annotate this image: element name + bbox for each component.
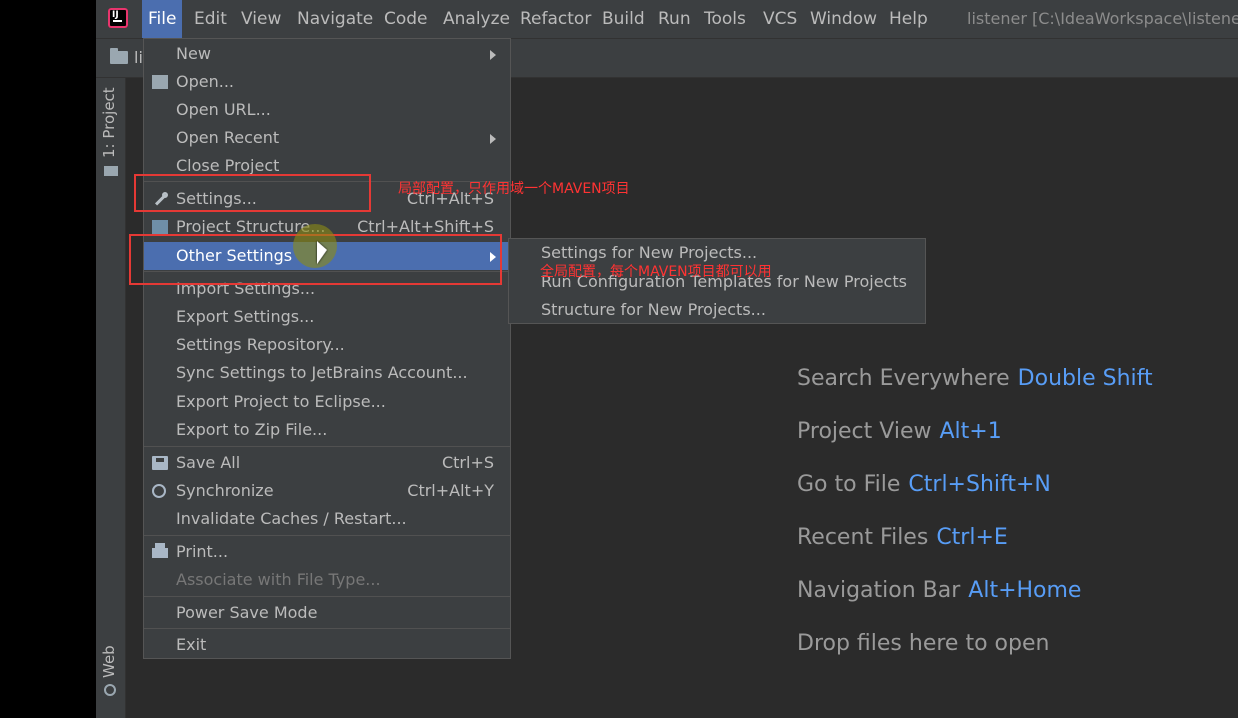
menu-item-shortcut: Ctrl+Alt+Y: [407, 481, 494, 500]
menu-edit[interactable]: Edit: [188, 0, 233, 38]
menu-file[interactable]: File: [142, 0, 183, 38]
menu-item-label: Synchronize: [176, 481, 274, 500]
menu-tools[interactable]: Tools: [698, 0, 752, 38]
sync-icon: [152, 484, 166, 498]
menu-view[interactable]: View: [235, 0, 287, 38]
menu-item-save-all[interactable]: Save All Ctrl+S: [144, 449, 510, 477]
hint-label: Project View: [797, 419, 932, 444]
menu-item-export-eclipse[interactable]: Export Project to Eclipse...: [144, 388, 510, 416]
annotation-local-config: 局部配置，只作用域一个MAVEN项目: [398, 181, 630, 197]
menu-item-label: Invalidate Caches / Restart...: [176, 509, 407, 528]
menu-item-label: Export Settings...: [176, 307, 315, 326]
project-tool-tab[interactable]: 1: Project: [100, 87, 118, 158]
ide-window: IJ File Edit View Navigate Code Analyze …: [96, 0, 1238, 718]
menu-separator: [144, 628, 510, 629]
window-title: listener [C:\IdeaWorkspace\listener: [967, 9, 1238, 28]
menu-item-label: Power Save Mode: [176, 603, 318, 622]
hint-label: Search Everywhere: [797, 366, 1010, 391]
mouse-cursor-icon: [317, 241, 327, 266]
hint-recent-files: Recent Files Ctrl+E: [797, 525, 1008, 550]
menu-separator: [144, 535, 510, 536]
hint-label: Go to File: [797, 472, 901, 497]
annotation-global-config: 全局配置，每个MAVEN项目都可以用: [540, 264, 772, 280]
menu-item-exit[interactable]: Exit: [144, 631, 510, 659]
menu-item-label: Print...: [176, 542, 229, 561]
submenu-arrow-icon: [490, 134, 496, 144]
menu-item-sync-settings[interactable]: Sync Settings to JetBrains Account...: [144, 359, 510, 387]
menu-item-label: Open URL...: [176, 100, 271, 119]
menu-separator: [144, 596, 510, 597]
project-structure-icon: [152, 220, 168, 234]
menu-item-open-url[interactable]: Open URL...: [144, 96, 510, 124]
menu-code[interactable]: Code: [378, 0, 434, 38]
navbar-project-label[interactable]: li: [134, 39, 143, 77]
menu-item-label: Save All: [176, 453, 241, 472]
menu-bar: IJ File Edit View Navigate Code Analyze …: [96, 0, 1238, 39]
menu-item-label: Settings Repository...: [176, 335, 345, 354]
menu-item-label: Export Project to Eclipse...: [176, 392, 386, 411]
menu-item-invalidate-caches[interactable]: Invalidate Caches / Restart...: [144, 505, 510, 533]
hint-label: Drop files here to open: [797, 631, 1050, 656]
print-icon: [152, 543, 168, 558]
hint-shortcut[interactable]: Alt+1: [939, 419, 1001, 444]
folder-open-icon: [152, 75, 168, 89]
menu-build[interactable]: Build: [596, 0, 651, 38]
hint-go-to-file: Go to File Ctrl+Shift+N: [797, 472, 1051, 497]
menu-item-export-settings[interactable]: Export Settings...: [144, 303, 510, 331]
annotation-box-settings: [134, 174, 371, 212]
menu-item-settings-repository[interactable]: Settings Repository...: [144, 331, 510, 359]
hint-shortcut[interactable]: Ctrl+Shift+N: [908, 472, 1050, 497]
hint-drop-files: Drop files here to open: [797, 631, 1049, 656]
menu-item-print[interactable]: Print...: [144, 538, 510, 566]
project-folder-icon: [110, 48, 128, 64]
hint-label: Navigation Bar: [797, 578, 961, 603]
menu-item-label: Open...: [176, 72, 234, 91]
file-menu-dropdown: New Open... Open URL... Open Recent Clos…: [143, 38, 511, 659]
other-settings-submenu: Settings for New Projects... Run Configu…: [508, 238, 926, 324]
project-tab-folder-icon: [104, 166, 118, 176]
save-icon: [152, 456, 168, 470]
menu-item-label: Associate with File Type...: [176, 570, 381, 589]
menu-separator: [144, 446, 510, 447]
menu-navigate[interactable]: Navigate: [291, 0, 379, 38]
hint-shortcut[interactable]: Alt+Home: [968, 578, 1081, 603]
menu-item-label: New: [176, 44, 211, 63]
menu-item-open-recent[interactable]: Open Recent: [144, 124, 510, 152]
submenu-arrow-icon: [490, 50, 496, 60]
menu-item-label: Exit: [176, 635, 207, 654]
web-globe-icon: [104, 684, 116, 696]
menu-run[interactable]: Run: [652, 0, 697, 38]
menu-item-export-zip[interactable]: Export to Zip File...: [144, 416, 510, 444]
hint-shortcut[interactable]: Ctrl+E: [936, 525, 1007, 550]
web-tool-tab[interactable]: Web: [100, 645, 118, 678]
menu-item-shortcut: Ctrl+S: [441, 453, 494, 472]
cursor-highlight: [293, 224, 337, 268]
left-tool-window-strip: 1: Project Web: [96, 78, 126, 718]
hint-project-view: Project View Alt+1: [797, 419, 1002, 444]
hint-search-everywhere: Search Everywhere Double Shift: [797, 366, 1153, 391]
menu-item-open[interactable]: Open...: [144, 68, 510, 96]
menu-refactor[interactable]: Refactor: [514, 0, 597, 38]
submenu-structure-new-projects[interactable]: Structure for New Projects...: [541, 296, 766, 324]
menu-item-label: Open Recent: [176, 128, 280, 147]
menu-help[interactable]: Help: [883, 0, 934, 38]
intellij-logo-icon: IJ: [108, 8, 128, 28]
menu-window[interactable]: Window: [804, 0, 883, 38]
menu-item-label: Export to Zip File...: [176, 420, 328, 439]
hint-label: Recent Files: [797, 525, 929, 550]
hint-navigation-bar: Navigation Bar Alt+Home: [797, 578, 1081, 603]
menu-item-synchronize[interactable]: Synchronize Ctrl+Alt+Y: [144, 477, 510, 505]
menu-item-new[interactable]: New: [144, 40, 510, 68]
hint-shortcut[interactable]: Double Shift: [1018, 366, 1153, 391]
menu-item-label: Sync Settings to JetBrains Account...: [176, 363, 468, 382]
menu-analyze[interactable]: Analyze: [437, 0, 516, 38]
menu-item-associate-file-type: Associate with File Type...: [144, 566, 510, 594]
menu-vcs[interactable]: VCS: [757, 0, 803, 38]
menu-item-power-save-mode[interactable]: Power Save Mode: [144, 599, 510, 627]
